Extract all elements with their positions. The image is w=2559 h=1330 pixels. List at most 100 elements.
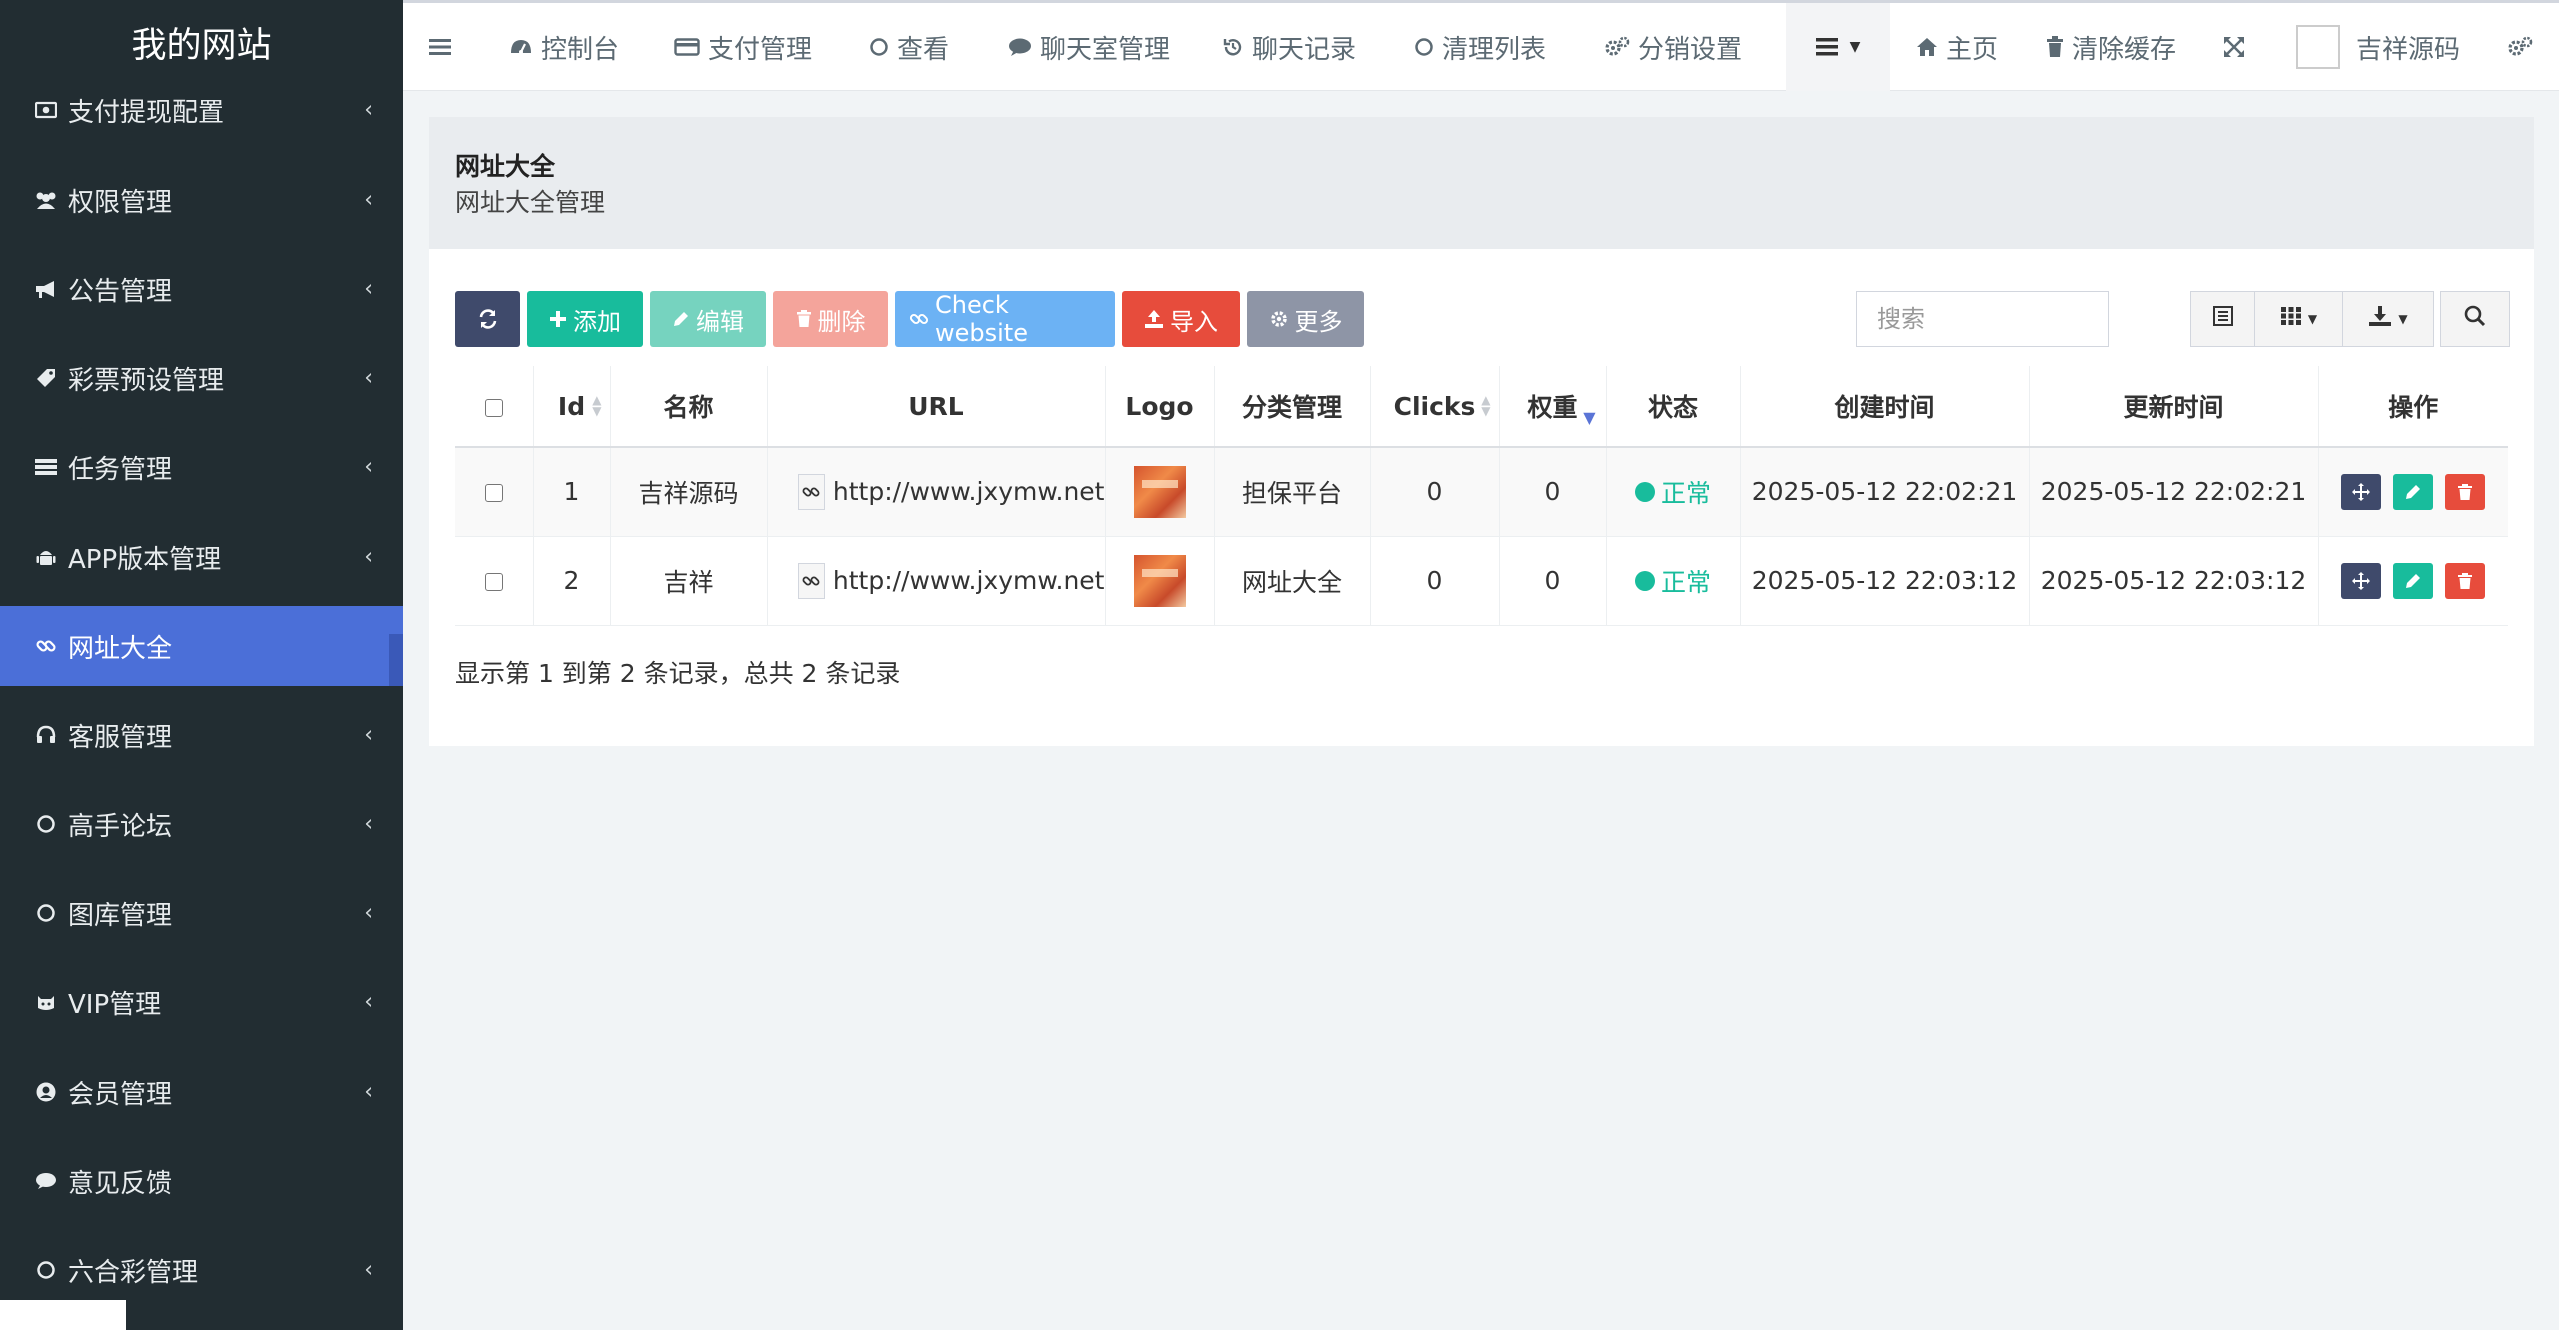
search-input[interactable] bbox=[1856, 291, 2109, 347]
import-button-label: 导入 bbox=[1170, 307, 1218, 336]
row-delete-button[interactable] bbox=[2445, 473, 2486, 510]
sidebar-item-mark-six[interactable]: 六合彩管理 ‹ bbox=[0, 1230, 403, 1310]
column-header-clicks[interactable]: Clicks ▲ ▼ bbox=[1370, 366, 1500, 448]
chevron-left-icon: ‹ bbox=[364, 276, 373, 302]
topnav-chatroom[interactable]: 聊天室管理 bbox=[1008, 3, 1170, 91]
topnav-home[interactable]: 主页 bbox=[1916, 3, 1998, 91]
column-header-name: 名称 bbox=[610, 366, 768, 448]
row-delete-button[interactable] bbox=[2445, 562, 2486, 599]
sidebar-item-app-version[interactable]: APP版本管理 ‹ bbox=[0, 517, 403, 597]
cell-status: 正常 bbox=[1606, 536, 1741, 626]
comment-icon bbox=[30, 1171, 62, 1191]
list-alt-icon bbox=[2212, 305, 2234, 333]
pencil-icon bbox=[2406, 573, 2421, 588]
caret-down-icon: ▼ bbox=[2307, 312, 2318, 326]
refresh-icon bbox=[477, 308, 499, 330]
trash-icon bbox=[2458, 483, 2473, 500]
android-icon bbox=[30, 546, 62, 568]
topnav-clear-list[interactable]: 清理列表 bbox=[1414, 3, 1546, 91]
add-button[interactable]: 添加 bbox=[527, 291, 643, 347]
sidebar-item-feedback[interactable]: 意见反馈 bbox=[0, 1141, 403, 1221]
cell-id: 2 bbox=[533, 536, 611, 626]
sidebar-item-label: 会员管理 bbox=[68, 1079, 173, 1110]
comment-icon bbox=[1008, 37, 1032, 57]
add-button-label: 添加 bbox=[573, 307, 621, 336]
sidebar-item-vip[interactable]: VIP管理 ‹ bbox=[0, 962, 403, 1042]
toggle-view-button[interactable] bbox=[2191, 292, 2255, 346]
topnav-label: 聊天记录 bbox=[1252, 34, 1357, 65]
topnav-more-dropdown[interactable]: ▼ bbox=[1786, 3, 1890, 91]
trash-icon bbox=[796, 310, 812, 328]
gears-icon bbox=[2507, 36, 2533, 58]
sidebar-item-label: 任务管理 bbox=[68, 454, 173, 485]
sidebar-item-permissions[interactable]: 权限管理 ‹ bbox=[0, 160, 403, 240]
sidebar-item-expert-forum[interactable]: 高手论坛 ‹ bbox=[0, 784, 403, 864]
sidebar-item-lottery-preset[interactable]: 彩票预设管理 ‹ bbox=[0, 338, 403, 418]
sidebar-item-gallery[interactable]: 图库管理 ‹ bbox=[0, 873, 403, 953]
refresh-button[interactable] bbox=[455, 291, 520, 347]
row-checkbox[interactable] bbox=[484, 484, 503, 503]
search-button[interactable] bbox=[2440, 291, 2510, 347]
url-link[interactable]: http://www.jxymw.net bbox=[833, 477, 1105, 506]
list-icon bbox=[30, 457, 62, 477]
link-icon[interactable] bbox=[797, 473, 825, 510]
sidebar-item-tasks[interactable]: 任务管理 ‹ bbox=[0, 427, 403, 507]
import-button[interactable]: 导入 bbox=[1122, 291, 1240, 347]
topnav-label: 清理列表 bbox=[1442, 34, 1547, 65]
sidebar-item-label: 支付提现配置 bbox=[68, 97, 225, 128]
row-edit-button[interactable] bbox=[2393, 562, 2434, 599]
topnav-payment[interactable]: 支付管理 bbox=[674, 3, 812, 91]
column-header-actions: 操作 bbox=[2318, 366, 2508, 448]
select-all-checkbox[interactable] bbox=[484, 398, 503, 417]
check-website-button[interactable]: Check website bbox=[895, 291, 1115, 347]
cell-name: 吉祥 bbox=[610, 536, 768, 626]
topnav-label: 分销设置 bbox=[1638, 34, 1743, 65]
grid-icon bbox=[2280, 306, 2302, 332]
sidebar-bottom-patch bbox=[0, 1300, 126, 1330]
settings-button[interactable] bbox=[2507, 3, 2541, 91]
topnav-view[interactable]: 查看 bbox=[869, 3, 949, 91]
more-button[interactable]: 更多 bbox=[1247, 291, 1364, 347]
chevron-left-icon: ‹ bbox=[364, 1079, 373, 1105]
topnav-chat-history[interactable]: 聊天记录 bbox=[1222, 3, 1356, 91]
sidebar-toggle-button[interactable] bbox=[429, 3, 459, 91]
delete-button[interactable]: 删除 bbox=[773, 291, 888, 347]
cell-logo bbox=[1105, 536, 1215, 626]
column-header-id[interactable]: Id ▲ ▼ bbox=[533, 366, 611, 448]
logo-thumbnail[interactable] bbox=[1133, 554, 1186, 607]
pencil-icon bbox=[672, 310, 690, 328]
export-button[interactable]: ▼ bbox=[2343, 292, 2433, 346]
row-edit-button[interactable] bbox=[2393, 473, 2434, 510]
edit-button[interactable]: 编辑 bbox=[650, 291, 766, 347]
drag-button[interactable] bbox=[2341, 562, 2382, 599]
url-link[interactable]: http://www.jxymw.net bbox=[833, 566, 1105, 595]
sidebar-item-payment-config[interactable]: 支付提现配置 ‹ bbox=[0, 70, 403, 150]
select-all-cell bbox=[455, 366, 534, 448]
topnav-label: 清除缓存 bbox=[2072, 34, 2177, 65]
row-select-cell bbox=[455, 447, 534, 537]
circle-icon bbox=[1414, 37, 1434, 57]
history-icon bbox=[1222, 36, 1244, 58]
column-header-weight[interactable]: 权重 ▼ bbox=[1499, 366, 1607, 448]
link-icon[interactable] bbox=[797, 562, 825, 599]
sidebar-item-announcements[interactable]: 公告管理 ‹ bbox=[0, 249, 403, 329]
topnav-dashboard[interactable]: 控制台 bbox=[509, 3, 619, 91]
sidebar-item-url-directory[interactable]: 网址大全 bbox=[0, 606, 403, 686]
logo-thumbnail[interactable] bbox=[1133, 465, 1186, 518]
drag-button[interactable] bbox=[2341, 473, 2382, 510]
cell-category: 网址大全 bbox=[1214, 536, 1371, 626]
sidebar-item-customer-service[interactable]: 客服管理 ‹ bbox=[0, 695, 403, 775]
circle-icon bbox=[30, 814, 62, 834]
chevron-left-icon: ‹ bbox=[364, 989, 373, 1015]
sidebar-item-members[interactable]: 会员管理 ‹ bbox=[0, 1052, 403, 1132]
fullscreen-button[interactable] bbox=[2222, 3, 2254, 91]
sidebar-item-label: 权限管理 bbox=[68, 187, 173, 218]
user-menu[interactable]: 吉祥源码 bbox=[2296, 3, 2460, 91]
row-checkbox[interactable] bbox=[484, 573, 503, 591]
trash-icon bbox=[2458, 572, 2473, 589]
search-icon bbox=[2463, 304, 2487, 334]
chevron-left-icon: ‹ bbox=[364, 1257, 373, 1283]
columns-button[interactable]: ▼ bbox=[2255, 292, 2343, 346]
topnav-clear-cache[interactable]: 清除缓存 bbox=[2046, 3, 2176, 91]
topnav-distribution-settings[interactable]: 分销设置 bbox=[1604, 3, 1742, 91]
